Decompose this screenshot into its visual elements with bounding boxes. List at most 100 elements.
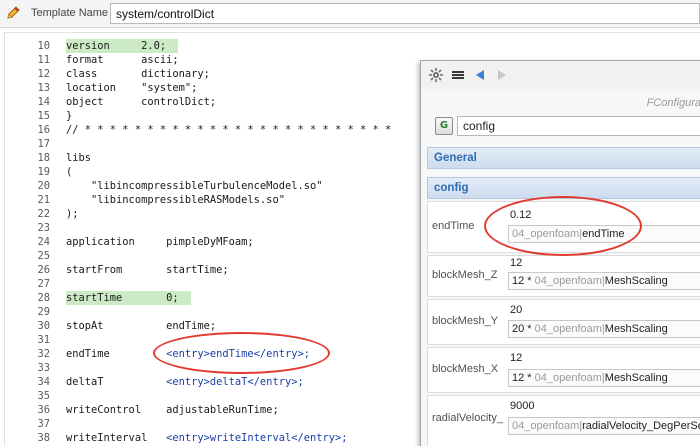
code-token: class dictionary; [66,68,210,80]
expression-scope: 04_openfoam [534,323,602,335]
expression-prefix: 12 * [512,275,535,287]
code-text: application pimpleDyMFoam; [66,235,254,249]
code-token: libs [66,152,92,164]
panel-toolbar [421,61,700,89]
property-row: blockMesh_X 12 12 * 04_openfoam|MeshScal… [427,347,700,393]
code-text: writeControl adjustableRunTime; [66,403,279,417]
code-text: libs [66,151,91,165]
entry-tag: <entry>writeInterval</entry>; [166,432,348,444]
code-token: writeControl adjustableRunTime; [66,404,279,416]
code-token: writeInterval [66,432,167,444]
property-value: 12 [510,257,523,269]
property-row: endTime 0.12 04_openfoam|endTime [427,201,700,253]
code-text: startFrom startTime; [66,263,229,277]
template-name-label: Template Name [31,7,109,19]
config-panel: FConfigura G config General config endTi… [420,60,700,446]
code-text: deltaT <entry>deltaT</entry>; [66,375,304,389]
line-number: 37 [37,418,50,430]
line-number: 33 [37,362,50,374]
template-name-bar: Template Name system/controlDict [0,0,700,28]
entry-tag: <entry>deltaT</entry>; [166,376,304,388]
line-number: 32 [37,348,50,360]
section-config[interactable]: config [427,177,700,199]
property-expression[interactable]: 12 * 04_openfoam|MeshScaling [508,369,700,387]
property-expression[interactable]: 12 * 04_openfoam|MeshScaling [508,272,700,290]
expression-scope: 04_openfoam [512,420,580,432]
code-text: class dictionary; [66,67,210,81]
line-number: 28 [37,292,50,304]
code-token: } [66,110,73,122]
code-token: application pimpleDyMFoam; [66,236,254,248]
property-value: 20 [510,304,523,316]
property-row: radialVelocity_ 9000 04_openfoam|radialV… [427,395,700,446]
list-icon[interactable] [451,68,465,82]
line-number: 27 [37,278,50,290]
expression-variable: MeshScaling [604,372,668,384]
code-text: // * * * * * * * * * * * * * * * * * * *… [66,123,391,137]
code-text: ); [66,207,79,221]
code-text: endTime <entry>endTime</entry>; [66,347,310,361]
property-name: blockMesh_Y [432,315,499,327]
code-text: location "system"; [66,81,197,95]
code-token: version 2.0; [66,40,167,52]
code-token: ( [66,166,73,178]
line-number: 22 [37,208,50,220]
line-number: 38 [37,432,50,444]
property-name: blockMesh_X [432,363,499,375]
config-type-icon: G [435,117,453,135]
line-number: 17 [37,138,50,150]
line-number: 19 [37,166,50,178]
code-token: object controlDict; [66,96,217,108]
line-number: 24 [37,236,50,248]
expression-scope: 04_openfoam [512,228,580,240]
code-text: format ascii; [66,53,179,67]
property-value: 9000 [510,400,535,412]
expression-prefix: 20 * [512,323,535,335]
section-general[interactable]: General [427,147,700,169]
line-number: 13 [37,82,50,94]
code-token: startTime 0; [66,292,179,304]
property-value: 0.12 [510,209,532,221]
code-text: writeInterval <entry>writeInterval</entr… [66,431,348,445]
code-text: version 2.0; [66,39,166,53]
template-name-input[interactable]: system/controlDict [110,3,700,24]
line-number: 31 [37,334,50,346]
property-value: 12 [510,352,523,364]
pencil-icon[interactable] [5,5,21,21]
property-expression[interactable]: 20 * 04_openfoam|MeshScaling [508,320,700,338]
panel-title: FConfigura [646,97,700,109]
expression-scope: 04_openfoam [534,372,602,384]
code-text: ( [66,165,72,179]
line-number: 16 [37,124,50,136]
line-number: 12 [37,68,50,80]
line-number: 34 [37,376,50,388]
line-number: 26 [37,264,50,276]
code-token: startFrom startTime; [66,264,229,276]
property-row: blockMesh_Y 20 20 * 04_openfoam|MeshScal… [427,299,700,345]
back-arrow-icon[interactable] [473,68,487,82]
line-number: 15 [37,110,50,122]
forward-arrow-icon[interactable] [495,68,509,82]
line-number: 14 [37,96,50,108]
expression-scope: 04_openfoam [534,275,602,287]
expression-variable: MeshScaling [604,323,668,335]
property-expression[interactable]: 04_openfoam|endTime [508,225,700,243]
line-number: 36 [37,404,50,416]
code-text: startTime 0; [66,291,179,305]
settings-icon[interactable] [429,68,443,82]
code-token: ); [66,208,79,220]
code-text: stopAt endTime; [66,319,216,333]
expression-variable: endTime [582,228,625,240]
code-token: endTime [66,348,167,360]
line-number: 25 [37,250,50,262]
line-number: 21 [37,194,50,206]
expression-variable: MeshScaling [604,275,668,287]
config-name-input[interactable]: config [457,116,700,136]
property-name: radialVelocity_ [432,412,503,424]
code-text: } [66,109,72,123]
line-number: 23 [37,222,50,234]
property-expression[interactable]: 04_openfoam|radialVelocity_DegPerSec [508,417,700,435]
code-line[interactable]: 10 version 2.0; [5,39,700,53]
code-token: location "system"; [66,82,198,94]
entry-tag: <entry>endTime</entry>; [166,348,310,360]
